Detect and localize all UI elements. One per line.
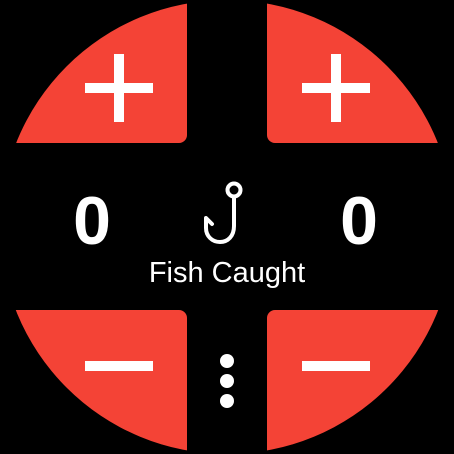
minus-icon: [84, 361, 153, 371]
left-count-value: 0: [73, 183, 111, 259]
right-increment-button[interactable]: [267, 0, 454, 143]
fish-caught-label: Fish Caught: [148, 257, 306, 289]
right-count-value: 0: [340, 183, 378, 259]
left-decrement-button[interactable]: [0, 310, 187, 454]
watch-face: 0 0 Fish Caught: [0, 0, 454, 454]
left-increment-button[interactable]: [0, 0, 187, 143]
minus-icon: [301, 361, 370, 371]
more-vertical-icon[interactable]: [212, 352, 242, 410]
plus-icon: [301, 53, 370, 122]
fish-hook-icon: [204, 181, 243, 244]
right-decrement-button[interactable]: [267, 310, 454, 454]
plus-icon: [84, 53, 153, 122]
